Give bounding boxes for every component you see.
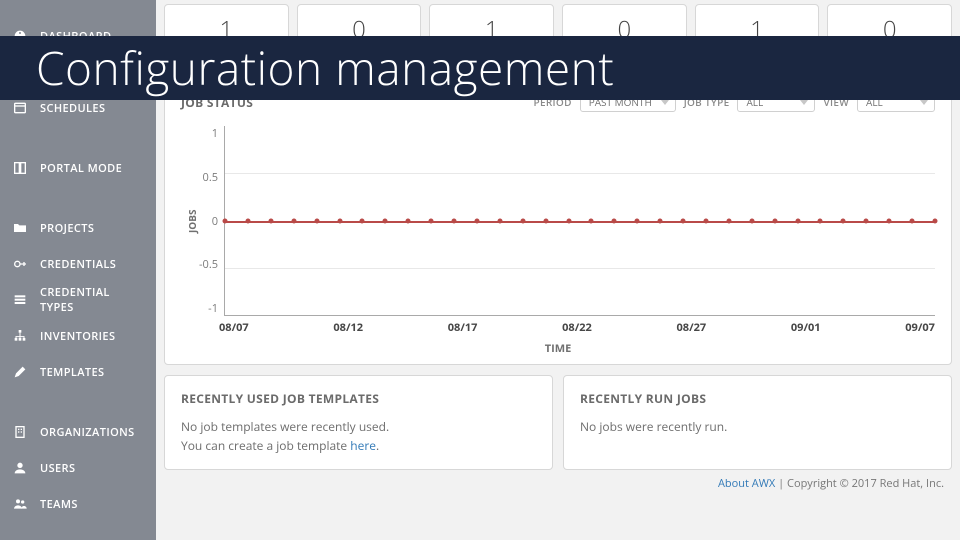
list-icon	[10, 290, 30, 310]
sidebar-item-label: PROJECTS	[40, 221, 94, 236]
sidebar-item-projects[interactable]: PROJECTS	[0, 210, 156, 246]
sidebar-item-credential-types[interactable]: CREDENTIAL TYPES	[0, 282, 156, 318]
schedules-icon	[10, 98, 30, 118]
user-icon	[10, 458, 30, 478]
chevron-down-icon	[800, 100, 808, 105]
sidebar-item-label: TEAMS	[40, 497, 78, 512]
footer: About AWX | Copyright © 2017 Red Hat, In…	[164, 470, 952, 491]
sidebar-item-teams[interactable]: TEAMS	[0, 486, 156, 522]
create-template-link[interactable]: here	[350, 437, 376, 454]
y-ticks: 1 0.5 0 -0.5 -1	[199, 126, 224, 316]
slide-title-overlay: Configuration management	[0, 36, 960, 100]
chevron-down-icon	[661, 100, 669, 105]
about-link[interactable]: About AWX	[718, 476, 775, 491]
y-axis-label: JOBS	[181, 126, 199, 316]
key-icon	[10, 254, 30, 274]
sidebar-item-label: USERS	[40, 461, 75, 476]
sitemap-icon	[10, 326, 30, 346]
sidebar-item-label: PORTAL MODE	[40, 161, 122, 176]
sidebar-item-label: TEMPLATES	[40, 365, 105, 380]
data-series	[225, 221, 935, 223]
x-axis-label: TIME	[181, 341, 935, 356]
card-text: No jobs were recently run.	[580, 417, 935, 436]
chevron-down-icon	[920, 100, 928, 105]
card-text: No job templates were recently used. You…	[181, 417, 536, 455]
recent-jobs-card: RECENTLY RUN JOBS No jobs were recently …	[563, 375, 952, 470]
sidebar-item-users[interactable]: USERS	[0, 450, 156, 486]
sidebar-item-portal-mode[interactable]: PORTAL MODE	[0, 150, 156, 186]
x-ticks: 08/07 08/12 08/17 08/22 08/27 09/01 09/0…	[219, 320, 935, 335]
users-icon	[10, 494, 30, 514]
folder-icon	[10, 218, 30, 238]
recent-templates-card: RECENTLY USED JOB TEMPLATES No job templ…	[164, 375, 553, 470]
chart: JOBS 1 0.5 0 -0.5 -1	[181, 126, 935, 316]
plot-area	[224, 126, 935, 316]
sidebar-item-credentials[interactable]: CREDENTIALS	[0, 246, 156, 282]
sidebar-item-label: SCHEDULES	[40, 101, 105, 116]
sidebar-item-label: CREDENTIALS	[40, 257, 116, 272]
building-icon	[10, 422, 30, 442]
sidebar-item-templates[interactable]: TEMPLATES	[0, 354, 156, 390]
pencil-icon	[10, 362, 30, 382]
sidebar-item-inventories[interactable]: INVENTORIES	[0, 318, 156, 354]
card-title: RECENTLY RUN JOBS	[580, 390, 935, 407]
copyright: Copyright © 2017 Red Hat, Inc.	[787, 476, 944, 491]
card-title: RECENTLY USED JOB TEMPLATES	[181, 390, 536, 407]
sidebar-item-label: INVENTORIES	[40, 329, 115, 344]
job-status-panel: JOB STATUS PERIOD PAST MONTH JOB TYPE AL…	[164, 79, 952, 365]
sidebar-item-label: CREDENTIAL TYPES	[40, 285, 146, 315]
sidebar-item-organizations[interactable]: ORGANIZATIONS	[0, 414, 156, 450]
sidebar-item-label: ORGANIZATIONS	[40, 425, 135, 440]
portal-icon	[10, 158, 30, 178]
